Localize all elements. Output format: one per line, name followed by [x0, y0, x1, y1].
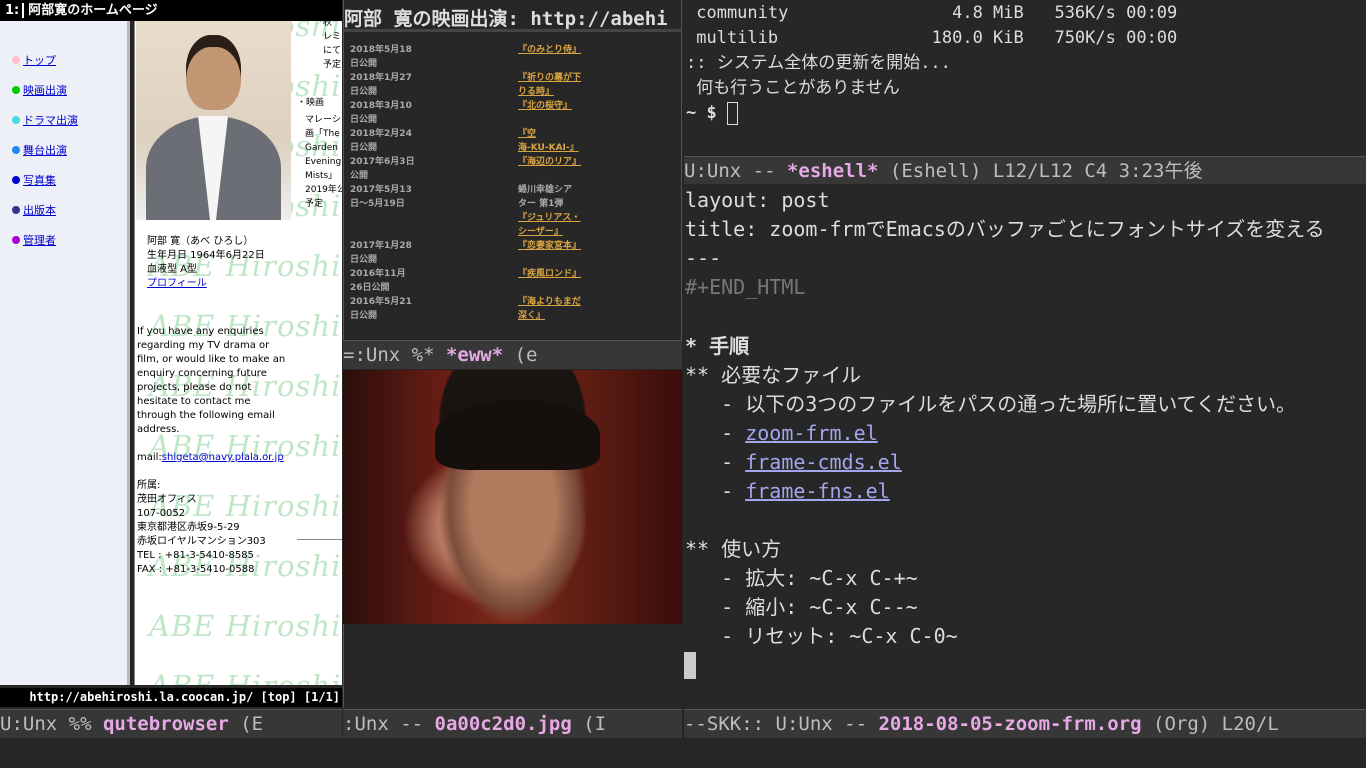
news-heading: ・映画 [297, 98, 325, 108]
org-line: #+END_HTML [685, 275, 806, 299]
qutebrowser-modeline[interactable]: U:Unx %% qutebrowser (E [0, 709, 342, 738]
mail-line: mail:shigeta@navy.plala.or.jp [137, 452, 284, 463]
site-nav-frame: トップ 映画出演 ドラマ出演 舞台出演 写真集 出版本 管理者 [0, 21, 130, 685]
tab-number: 1: [5, 3, 25, 18]
org-heading: ** 使い方 [685, 537, 782, 561]
movie-title-link[interactable]: 『海よりもまだ 深く』 [518, 295, 581, 323]
eww-buffer[interactable]: 阿部 寛の映画出演: http://abehi 2018年5月18 日公開 『のみと… [343, 0, 682, 340]
org-line: title: zoom-frmでEmacsのバッファごとにフォントサイズを変える [685, 217, 1325, 241]
movie-date: 2017年1月28 日公開 [350, 241, 412, 265]
movie-date: 2017年5月13 日〜5月19日 [350, 185, 412, 209]
mail-link[interactable]: shigeta@navy.plala.or.jp [162, 452, 284, 463]
nav-label: 映画出演 [23, 84, 67, 97]
eww-modeline[interactable]: =:Unx %* *eww* (e [343, 340, 682, 369]
nav-label: 管理者 [23, 234, 56, 247]
terminal-line: multilib 180.0 KiB 750K/s 00:00 [686, 28, 1178, 48]
movie-title-link[interactable]: 『海辺のリア』 [518, 155, 581, 169]
nav-link-drama[interactable]: ドラマ出演 [12, 112, 78, 128]
portrait-photo [136, 21, 291, 220]
movie-title-link[interactable]: 蜷川幸雄シア ター 第1弾 『ジュリアス・ シーザー』 [518, 183, 580, 239]
page-heading: 阿部 寛の映画出演: http://abehi [344, 8, 668, 30]
org-heading: * 手順 [685, 334, 750, 358]
watermark: ABE Hiroshi [149, 609, 342, 643]
bullet-icon [12, 86, 20, 94]
office-info: 所属: 茂田オフィス 107-0052 東京都港区赤坂9-5-29 赤坂ロイヤルマンショ… [137, 480, 266, 575]
qutebrowser-tab-title[interactable]: 1: 阿部寛のホームページ [0, 0, 342, 21]
bullet-icon [12, 236, 20, 244]
enquiry-text: If you have any enquiries regarding my TV… [137, 326, 286, 435]
org-heading: ** 必要なファイル [685, 363, 862, 387]
bullet-icon [12, 206, 20, 214]
news-text: マレーシ 画「The Garden Evening Mists」 2019年公 予定 [305, 115, 342, 209]
file-link[interactable]: frame-fns.el [745, 479, 890, 503]
nav-link-photobook[interactable]: 写真集 [12, 172, 56, 188]
nav-label: トップ [23, 54, 56, 67]
movie-date: 2018年2月24 日公開 [350, 129, 412, 153]
eshell-buffer[interactable]: community 4.8 MiB 536K/s 00:09 multilib … [684, 0, 1366, 156]
image-modeline[interactable]: :Unx -- 0a00c2d0.jpg (I [343, 709, 682, 738]
org-line: - zoom-frm.el [685, 421, 878, 445]
movie-title-link[interactable]: 『空 海-KU-KAI-』 [518, 127, 579, 155]
movie-title-link[interactable]: 『祈りの幕が下 りる時』 [518, 71, 581, 99]
bullet-icon [12, 146, 20, 154]
org-line: - リセット: ~C-x C-0~ [685, 624, 958, 648]
movie-title-link[interactable]: 『のみとり侍』 [518, 43, 581, 57]
nav-label: 舞台出演 [23, 144, 67, 157]
org-modeline[interactable]: --SKK:: U:Unx -- 2018-08-05-zoom-frm.org… [684, 709, 1366, 738]
bullet-icon [12, 176, 20, 184]
nav-link-books[interactable]: 出版本 [12, 202, 56, 218]
movie-date: 2016年11月 26日公開 [350, 269, 406, 293]
nav-label: 出版本 [23, 204, 56, 217]
cursor [726, 101, 738, 125]
movie-date: 2018年5月18 日公開 [350, 45, 412, 69]
org-line: - frame-fns.el [685, 479, 890, 503]
org-line: - 拡大: ~C-x C-+~ [685, 566, 918, 590]
nav-link-movies[interactable]: 映画出演 [12, 82, 67, 98]
movie-date: 2016年5月21 日公開 [350, 297, 412, 321]
movie-date: 2017年6月3日 公開 [350, 157, 415, 181]
nav-label: 写真集 [23, 174, 56, 187]
file-link[interactable]: frame-cmds.el [745, 450, 902, 474]
terminal-line: 何も行うことがありません [686, 78, 900, 98]
profile-info: 阿部 寛（あべ ひろし） 生年月日 1964年6月22日 血液型 A型 プロフィール [147, 236, 265, 291]
org-line: - 縮小: ~C-x C--~ [685, 595, 918, 619]
bullet-icon [12, 116, 20, 124]
org-line: - 以下の3つのファイルをパスの通った場所に置いてください。 [685, 392, 1297, 416]
profile-link[interactable]: プロフィール [147, 277, 265, 291]
news-text: 秋レミ にて 予定 [323, 21, 342, 70]
image-buffer-empty [343, 624, 682, 708]
bullet-icon [12, 56, 20, 64]
org-line: layout: post [685, 188, 830, 212]
site-content-frame: ABE Hiroshi ABE Hiroshi ABE Hiroshi ABE … [134, 21, 342, 685]
file-link[interactable]: zoom-frm.el [745, 421, 877, 445]
nav-link-stage[interactable]: 舞台出演 [12, 142, 67, 158]
terminal-line: :: システム全体の更新を開始... [686, 53, 951, 73]
qutebrowser-statusbar-url: http://abehiroshi.la.coocan.jp/ [top] [1… [0, 688, 342, 707]
movie-title-link[interactable]: 『疾風ロンド』 [518, 267, 581, 281]
movie-title-link[interactable]: 『北の桜守』 [518, 99, 572, 113]
movie-title-link[interactable]: 『恋妻家宮本』 [518, 239, 581, 253]
terminal-line: community 4.8 MiB 536K/s 00:09 [686, 3, 1178, 23]
divider [297, 539, 342, 540]
tab-title: 阿部寛のホームページ [28, 3, 158, 18]
prompt-line[interactable]: ~ $ [686, 101, 738, 125]
cursor [684, 652, 696, 679]
org-line: - frame-cmds.el [685, 450, 902, 474]
org-buffer[interactable]: layout: post title: zoom-frmでEmacsのバッファご… [684, 184, 1366, 709]
nav-link-top[interactable]: トップ [12, 52, 56, 68]
movie-date: 2018年1月27 日公開 [350, 73, 412, 97]
minibuffer[interactable] [0, 739, 1366, 768]
eshell-modeline[interactable]: U:Unx -- *eshell* (Eshell) L12/L12 C4 3:… [684, 156, 1366, 185]
portrait-render-image [343, 370, 682, 624]
watermark: ABE Hiroshi [149, 669, 341, 685]
org-line: --- [685, 246, 722, 270]
nav-link-admin[interactable]: 管理者 [12, 232, 56, 248]
nav-label: ドラマ出演 [23, 114, 78, 127]
movie-date: 2018年3月10 日公開 [350, 101, 412, 125]
